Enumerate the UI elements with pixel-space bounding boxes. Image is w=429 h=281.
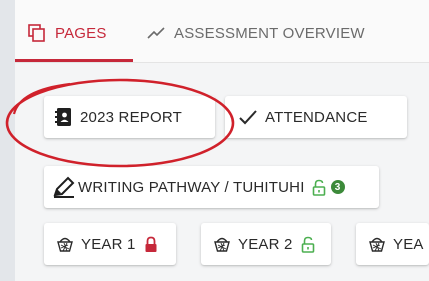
check-icon: [237, 107, 259, 127]
pencil-icon: [52, 176, 76, 198]
pages-icon: [27, 23, 49, 43]
basket-icon: [367, 234, 387, 254]
basket-icon: [212, 234, 232, 254]
trend-icon: [146, 23, 168, 43]
tab-bar: PAGES ASSESSMENT OVERVIEW: [15, 0, 429, 63]
report-2023-button[interactable]: 2023 REPORT: [44, 96, 215, 138]
year-3-label: YEA: [393, 235, 424, 253]
tab-pages-label: PAGES: [55, 24, 107, 42]
writing-pathway-button[interactable]: WRITING PATHWAY / TUHITUHI 3: [44, 166, 379, 208]
year-1-label: YEAR 1: [81, 235, 136, 253]
writing-pathway-label: WRITING PATHWAY / TUHITUHI: [78, 178, 305, 196]
active-tab-indicator: [15, 59, 133, 62]
attendance-button[interactable]: ATTENDANCE: [225, 96, 407, 138]
year-2-button[interactable]: YEAR 2: [201, 223, 331, 265]
year-2-label: YEAR 2: [238, 235, 293, 253]
tab-assessment-overview-label: ASSESSMENT OVERVIEW: [174, 24, 365, 42]
locked-lock-icon: [143, 235, 159, 253]
pages-panel: PAGES ASSESSMENT OVERVIEW 2023 REPORT AT…: [15, 0, 429, 281]
unlocked-lock-icon: [300, 235, 316, 253]
year-3-button[interactable]: YEA: [356, 223, 429, 265]
report-2023-label: 2023 REPORT: [80, 108, 182, 126]
tab-assessment-overview[interactable]: ASSESSMENT OVERVIEW: [146, 20, 365, 46]
report-book-icon: [54, 107, 74, 127]
left-strip: [0, 0, 15, 281]
tab-pages[interactable]: PAGES: [27, 20, 107, 46]
basket-icon: [55, 234, 75, 254]
notification-badge: 3: [330, 180, 345, 194]
attendance-label: ATTENDANCE: [265, 108, 368, 126]
year-1-button[interactable]: YEAR 1: [44, 223, 176, 265]
unlocked-lock-icon: [311, 178, 327, 196]
